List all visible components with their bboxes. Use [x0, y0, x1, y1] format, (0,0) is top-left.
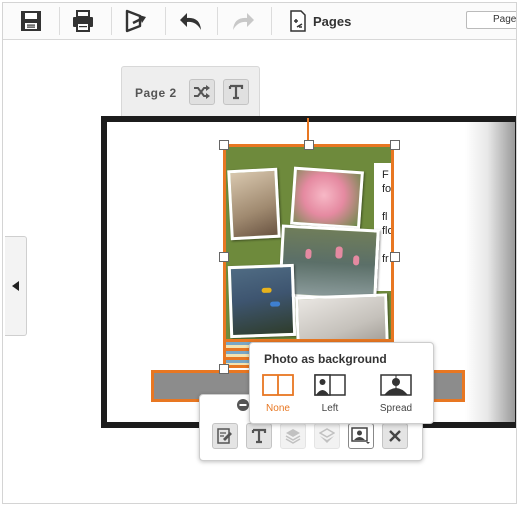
- fish: [261, 287, 272, 294]
- bg-option-label: Left: [321, 403, 339, 414]
- page-tab: Page 2: [121, 66, 260, 120]
- toolbar: Pages Page: [3, 3, 516, 40]
- print-icon: [73, 10, 93, 32]
- toolbar-divider: [217, 7, 218, 35]
- bring-forward-button[interactable]: [280, 423, 306, 449]
- fish: [270, 301, 281, 307]
- pages-select[interactable]: Page: [466, 11, 516, 29]
- page-fold-shadow: [465, 122, 515, 422]
- photo-background-button[interactable]: [348, 423, 374, 449]
- flamingo: [352, 255, 360, 266]
- toolbar-divider: [165, 7, 166, 35]
- photo-spread-icon: [380, 374, 412, 396]
- photo-background-icon: [351, 427, 370, 444]
- bring-forward-icon: [285, 429, 301, 444]
- undo-button[interactable]: [171, 3, 211, 39]
- popup-title: Photo as background: [264, 352, 387, 366]
- edit-photo-icon: [217, 428, 232, 444]
- shuffle-button[interactable]: [189, 79, 215, 105]
- share-button[interactable]: [117, 3, 157, 39]
- text-icon: [251, 428, 267, 444]
- photo-aquarium[interactable]: [227, 263, 297, 339]
- resize-handle-left[interactable]: [219, 252, 229, 262]
- resize-handle-right[interactable]: [390, 252, 400, 262]
- delete-icon: [389, 430, 401, 442]
- text-line: flo: [382, 225, 394, 237]
- bg-option-none[interactable]: None: [255, 373, 301, 414]
- resize-handle-top-left[interactable]: [219, 140, 229, 150]
- toolbar-divider: [271, 7, 272, 35]
- photo-flower[interactable]: [290, 166, 364, 230]
- save-button[interactable]: [11, 3, 51, 39]
- shuffle-icon: [194, 85, 210, 99]
- sidebar-toggle[interactable]: [5, 236, 27, 336]
- photo-left-icon: [314, 374, 346, 396]
- resize-handle-top-right[interactable]: [390, 140, 400, 150]
- text-line: fl: [382, 211, 388, 223]
- send-backward-button[interactable]: [314, 423, 340, 449]
- book-open-icon: [262, 374, 294, 396]
- add-text-button[interactable]: [223, 79, 249, 105]
- flamingo: [305, 248, 312, 260]
- photo-background-popup: Photo as background None Left Spread: [249, 342, 434, 424]
- share-icon: [125, 9, 146, 33]
- print-button[interactable]: [63, 3, 103, 39]
- send-backward-icon: [319, 428, 335, 443]
- bg-option-left[interactable]: Left: [307, 373, 353, 414]
- bg-option-spread[interactable]: Spread: [373, 373, 419, 414]
- redo-button[interactable]: [223, 3, 263, 39]
- toolbar-divider: [59, 7, 60, 35]
- text-line: F: [382, 169, 389, 181]
- triangle-left-icon: [11, 281, 19, 291]
- pages-button[interactable]: Pages: [289, 3, 365, 39]
- resize-handle-top[interactable]: [304, 140, 314, 150]
- flamingo: [335, 246, 343, 259]
- save-icon: [21, 11, 41, 31]
- bg-option-label: Spread: [379, 403, 413, 414]
- text-icon: [228, 84, 244, 100]
- zoom-out-icon[interactable]: [236, 398, 250, 412]
- text-line: [382, 196, 391, 210]
- edit-photo-button[interactable]: [212, 423, 238, 449]
- page-label: Page 2: [135, 86, 177, 100]
- text-line: [382, 238, 391, 252]
- resize-handle-bottom-left[interactable]: [219, 364, 229, 374]
- pages-icon: [290, 10, 306, 32]
- app-frame: Pages Page Page 2 F fo fl flo fr Photo a…: [2, 2, 517, 504]
- delete-button[interactable]: [382, 423, 408, 449]
- redo-icon: [233, 13, 254, 30]
- photo-baby[interactable]: [227, 167, 281, 241]
- photo-collage[interactable]: F fo fl flo fr: [223, 144, 394, 368]
- toolbar-divider: [111, 7, 112, 35]
- text-button[interactable]: [246, 423, 272, 449]
- bg-option-label: None: [266, 403, 290, 414]
- pages-label: Pages: [313, 13, 352, 29]
- text-line: fo: [382, 183, 392, 195]
- undo-icon: [180, 13, 201, 30]
